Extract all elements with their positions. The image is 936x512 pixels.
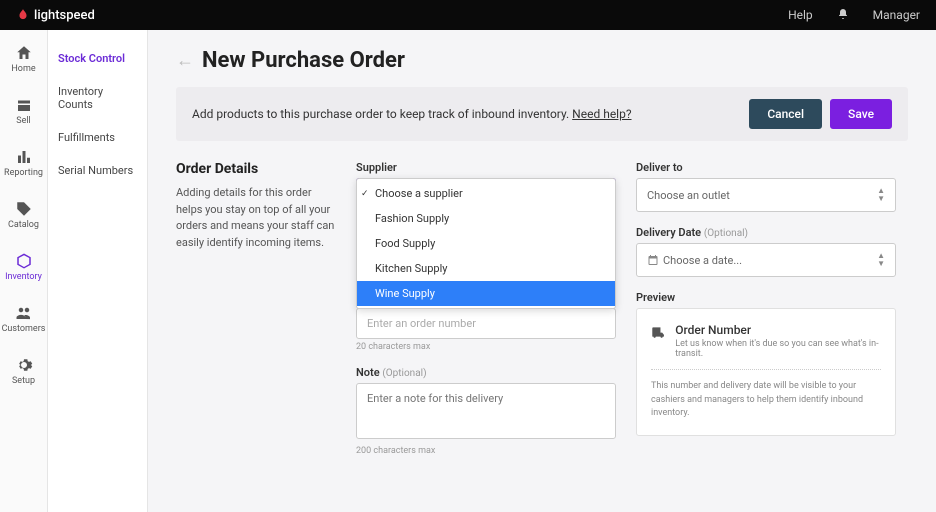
tag-icon	[15, 200, 33, 218]
dropdown-option[interactable]: Food Supply	[357, 231, 615, 256]
subnav-fulfillments[interactable]: Fulfillments	[48, 121, 147, 154]
subnav-stock-control[interactable]: Stock Control	[48, 42, 147, 75]
rail-reporting[interactable]: Reporting	[0, 146, 47, 180]
preview-card: Order Number Let us know when it's due s…	[636, 308, 896, 436]
save-button[interactable]: Save	[830, 99, 892, 129]
flame-icon	[16, 8, 30, 22]
rail-setup[interactable]: Setup	[0, 354, 47, 388]
dropdown-option[interactable]: Kitchen Supply	[357, 256, 615, 281]
box-icon	[15, 252, 33, 270]
divider	[651, 369, 881, 370]
subnav-inventory-counts[interactable]: Inventory Counts	[48, 75, 147, 121]
calendar-icon	[647, 254, 659, 266]
need-help-link[interactable]: Need help?	[572, 107, 631, 121]
rail-label: Home	[11, 64, 35, 74]
help-link[interactable]: Help	[788, 8, 813, 22]
banner-text: Add products to this purchase order to k…	[192, 107, 632, 121]
subnav-serial-numbers[interactable]: Serial Numbers	[48, 154, 147, 187]
preview-card-sub: Let us know when it's due so you can see…	[675, 339, 881, 359]
rail-catalog[interactable]: Catalog	[0, 198, 47, 232]
rail-label: Inventory	[5, 272, 42, 282]
back-arrow-icon[interactable]: ←	[176, 50, 194, 71]
order-number-hint: 20 characters max	[356, 342, 616, 352]
dropdown-option-highlighted[interactable]: Wine Supply	[357, 281, 615, 306]
preview-card-note: This number and delivery date will be vi…	[651, 380, 881, 421]
dropdown-option[interactable]: Choose a supplier	[357, 181, 615, 206]
users-icon	[15, 304, 33, 322]
rail-label: Customers	[2, 324, 46, 334]
cancel-button[interactable]: Cancel	[749, 99, 822, 129]
order-number-input[interactable]	[356, 308, 616, 339]
rail-label: Reporting	[4, 168, 43, 178]
rail-home[interactable]: Home	[0, 42, 47, 76]
deliver-to-label: Deliver to	[636, 161, 896, 174]
note-label: Note (Optional)	[356, 366, 616, 379]
section-title: Order Details	[176, 161, 336, 177]
preview-card-title: Order Number	[675, 323, 881, 337]
user-menu[interactable]: Manager	[873, 8, 920, 22]
rail-customers[interactable]: Customers	[0, 302, 47, 336]
note-hint: 200 characters max	[356, 446, 616, 456]
delivery-date-label: Delivery Date (Optional)	[636, 226, 896, 239]
icon-rail: Home Sell Reporting Catalog Inventory Cu…	[0, 30, 48, 512]
brand-logo: lightspeed	[16, 8, 95, 23]
brand-name: lightspeed	[34, 8, 95, 23]
rail-label: Catalog	[8, 220, 39, 230]
main-content: ← New Purchase Order Add products to thi…	[148, 30, 936, 512]
note-textarea[interactable]	[356, 383, 616, 439]
supplier-dropdown: Choose a supplier Fashion Supply Food Su…	[356, 178, 616, 309]
rail-label: Setup	[12, 376, 35, 386]
chart-icon	[15, 148, 33, 166]
delivery-date-picker[interactable]: Choose a date... ▲▼	[636, 243, 896, 277]
section-desc: Adding details for this order helps you …	[176, 185, 336, 251]
bell-icon[interactable]	[837, 8, 849, 23]
info-banner: Add products to this purchase order to k…	[176, 87, 908, 141]
register-icon	[15, 96, 33, 114]
preview-label: Preview	[636, 291, 896, 304]
deliver-to-select[interactable]: Choose an outlet ▲▼	[636, 178, 896, 212]
rail-label: Sell	[16, 116, 31, 126]
gear-icon	[15, 356, 33, 374]
rail-inventory[interactable]: Inventory	[0, 250, 47, 284]
dropdown-option[interactable]: Fashion Supply	[357, 206, 615, 231]
truck-icon	[651, 325, 665, 339]
stepper-icon: ▲▼	[877, 252, 885, 268]
page-title: New Purchase Order	[202, 48, 405, 73]
subnav: Stock Control Inventory Counts Fulfillme…	[48, 30, 148, 512]
home-icon	[15, 44, 33, 62]
topbar: lightspeed Help Manager	[0, 0, 936, 30]
rail-sell[interactable]: Sell	[0, 94, 47, 128]
supplier-label: Supplier	[356, 161, 616, 174]
stepper-icon: ▲▼	[877, 187, 885, 203]
